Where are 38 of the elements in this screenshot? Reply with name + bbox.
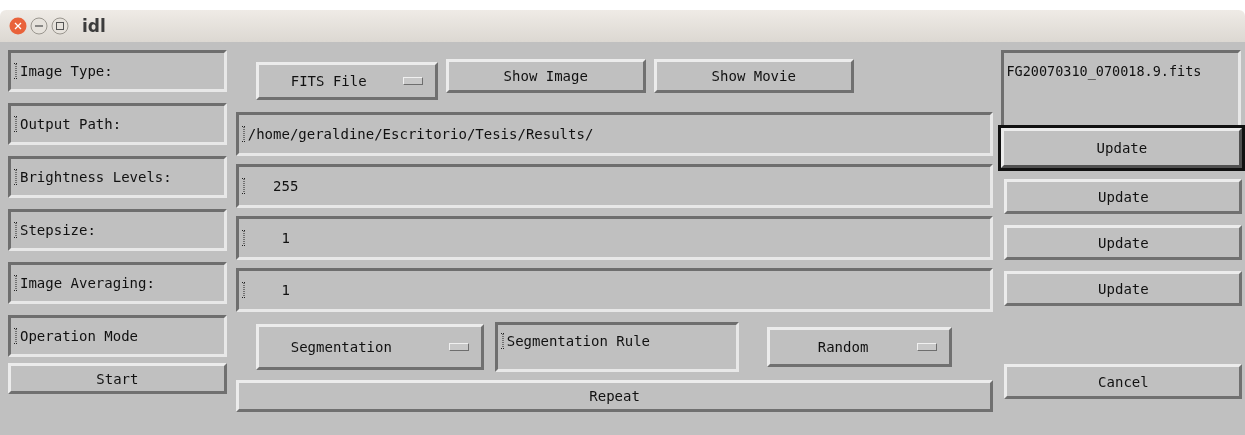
- cancel-button[interactable]: Cancel: [1004, 364, 1243, 399]
- update-button[interactable]: Update: [1004, 225, 1243, 260]
- window-title: idl: [82, 16, 106, 36]
- text-cursor-icon: [14, 63, 18, 79]
- text-cursor-icon: [241, 282, 246, 298]
- show-button[interactable]: Show Image: [445, 59, 646, 93]
- input-field[interactable]: 255: [235, 164, 994, 208]
- show-button[interactable]: Show Movie: [653, 59, 854, 93]
- text-cursor-icon: [14, 275, 18, 291]
- text-cursor-icon: [241, 230, 246, 246]
- update-button[interactable]: Update: [1001, 128, 1243, 168]
- field-label: Image Averaging:: [8, 262, 227, 304]
- update-button[interactable]: Update: [1004, 179, 1243, 214]
- input-field[interactable]: 1: [235, 216, 994, 260]
- image-type-dropdown[interactable]: FITS File: [255, 62, 438, 100]
- field-label: Output Path:: [8, 103, 227, 145]
- input-field[interactable]: /home/geraldine/Escritorio/Tesis/Results/: [235, 112, 994, 156]
- mode-dropdown[interactable]: Segmentation: [255, 324, 484, 370]
- input-field[interactable]: 1: [235, 268, 994, 312]
- minimize-icon[interactable]: [30, 17, 48, 35]
- field-label: Operation Mode: [8, 315, 227, 357]
- field-label: Stepsize:: [8, 209, 227, 251]
- text-cursor-icon: [14, 116, 18, 132]
- field-label: Image Type:: [8, 50, 227, 92]
- rule-dropdown[interactable]: Random: [766, 327, 952, 367]
- text-cursor-icon: [500, 333, 505, 349]
- text-cursor-icon: [241, 178, 246, 194]
- field-label: Brightness Levels:: [8, 156, 227, 198]
- text-cursor-icon: [14, 328, 18, 344]
- maximize-icon[interactable]: [51, 17, 69, 35]
- start-button[interactable]: Start: [8, 363, 227, 394]
- update-button[interactable]: Update: [1004, 271, 1243, 306]
- close-icon[interactable]: [9, 17, 27, 35]
- repeat-button[interactable]: Repeat: [235, 380, 994, 412]
- text-cursor-icon: [14, 169, 18, 185]
- text-cursor-icon: [14, 222, 18, 238]
- text-cursor-icon: [241, 126, 246, 142]
- rule-label: Segmentation Rule: [494, 322, 739, 372]
